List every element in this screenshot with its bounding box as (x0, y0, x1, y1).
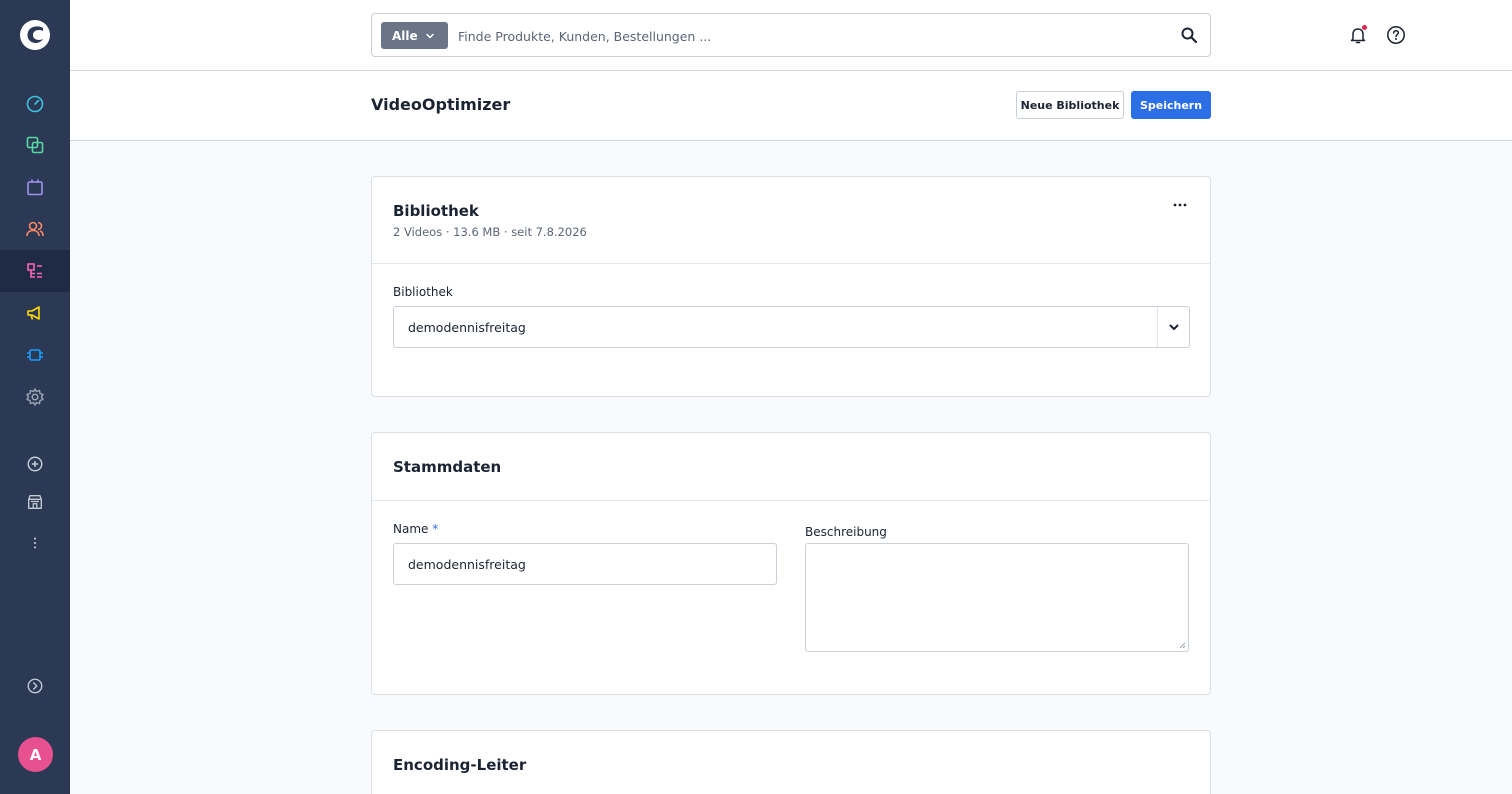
select-arrow (1157, 307, 1189, 347)
search-type-dropdown[interactable]: Alle (381, 22, 448, 49)
page-title: VideoOptimizer (371, 95, 511, 114)
search-icon[interactable] (1180, 26, 1198, 44)
sidebar-item-dashboard[interactable] (0, 83, 70, 125)
more-actions-icon[interactable] (1172, 201, 1188, 209)
search-type-label: Alle (392, 28, 418, 43)
sales-channel-icon (28, 495, 42, 509)
customers-icon (26, 221, 44, 237)
dashboard-icon (26, 95, 44, 113)
shopware-logo-icon[interactable] (19, 19, 51, 51)
sidebar-item-sales-channel[interactable] (0, 481, 70, 523)
card-divider (372, 500, 1210, 501)
global-search: Alle (371, 13, 1211, 57)
notification-dot (1362, 25, 1367, 30)
chevron-down-icon (1169, 324, 1178, 330)
orders-icon (27, 179, 43, 196)
resize-handle-icon[interactable] (1178, 641, 1186, 649)
encoding-ladder-title: Encoding-Leiter (393, 756, 527, 774)
card-divider (372, 263, 1210, 264)
master-data-title: Stammdaten (393, 458, 502, 476)
sidebar-item-more[interactable] (0, 522, 70, 564)
encoding-ladder-card: Encoding-Leiter (371, 730, 1211, 794)
library-select[interactable]: demodennisfreitag (393, 306, 1190, 348)
sidebar-item-orders[interactable] (0, 166, 70, 208)
sidebar-item-marketing[interactable] (0, 292, 70, 334)
sidebar-expand-toggle[interactable] (0, 665, 70, 707)
user-avatar[interactable]: A (18, 737, 53, 772)
sidebar-item-content[interactable] (0, 250, 70, 292)
library-select-label: Bibliothek (393, 285, 453, 299)
save-button[interactable]: Speichern (1131, 91, 1211, 119)
top-bar: Alle (70, 0, 1512, 71)
name-input-value: demodennisfreitag (408, 556, 526, 572)
library-meta: 2 Videos · 13.6 MB · seit 7.8.2026 (393, 225, 587, 239)
sidebar-item-settings[interactable] (0, 376, 70, 418)
help-icon (1387, 26, 1405, 44)
sidebar-item-extensions[interactable] (0, 334, 70, 376)
help-button[interactable] (1386, 25, 1406, 45)
required-marker: * (432, 522, 439, 536)
sidebar-item-catalog[interactable] (0, 124, 70, 166)
sidebar: A (0, 0, 70, 794)
master-data-card: Stammdaten Name * demodennisfreitag Besc… (371, 432, 1211, 695)
name-label-text: Name (393, 522, 429, 536)
more-icon (33, 537, 37, 549)
page-header: VideoOptimizer Neue Bibliothek Speichern (70, 71, 1512, 141)
notifications-button[interactable] (1348, 25, 1368, 45)
content-icon (27, 263, 42, 278)
marketing-icon (27, 306, 40, 320)
description-textarea[interactable] (805, 543, 1189, 652)
description-label: Beschreibung (805, 525, 887, 539)
catalog-icon (26, 136, 44, 154)
settings-icon (26, 388, 44, 406)
chevron-down-icon (425, 33, 434, 39)
library-select-value: demodennisfreitag (408, 319, 526, 335)
add-icon (27, 456, 43, 472)
library-card: Bibliothek 2 Videos · 13.6 MB · seit 7.8… (371, 176, 1211, 397)
search-input[interactable] (458, 24, 1138, 48)
name-label: Name * (393, 522, 438, 536)
name-input[interactable]: demodennisfreitag (393, 543, 777, 585)
library-card-title: Bibliothek (393, 202, 479, 220)
new-library-button[interactable]: Neue Bibliothek (1016, 91, 1124, 119)
extensions-icon (27, 349, 43, 361)
sidebar-item-customers[interactable] (0, 208, 70, 250)
expand-icon (27, 678, 43, 694)
sidebar-item-add-sales-channel[interactable] (0, 443, 70, 485)
